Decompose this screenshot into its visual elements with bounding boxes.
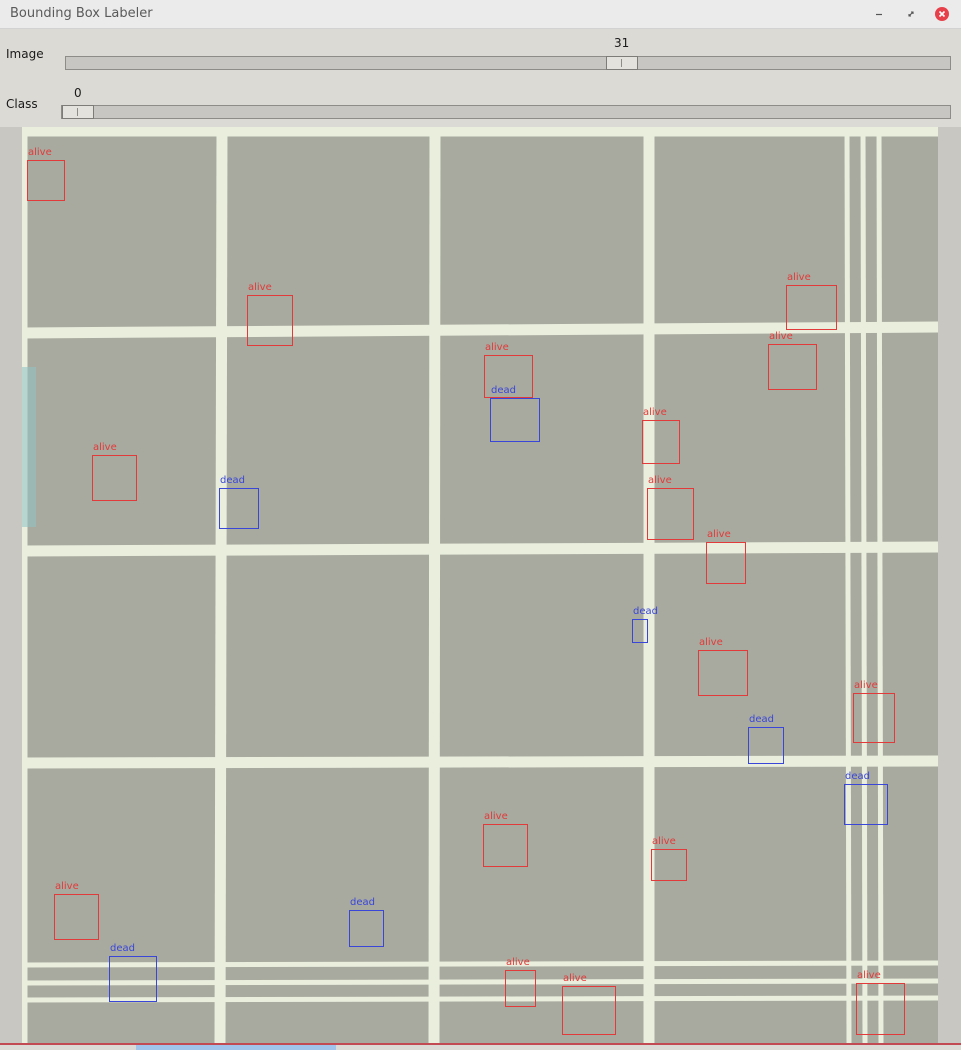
bbox-alive[interactable]: alive [856, 970, 905, 1035]
bbox-alive[interactable]: alive [768, 331, 817, 390]
class-slider[interactable] [61, 105, 951, 119]
bbox-alive[interactable]: alive [54, 881, 99, 940]
bbox-alive[interactable]: alive [706, 529, 746, 584]
close-icon[interactable] [934, 6, 950, 22]
bbox-label: alive [652, 836, 676, 847]
bbox-label: alive [648, 475, 672, 486]
bbox-label: alive [643, 407, 667, 418]
bbox-label: alive [699, 637, 723, 648]
bbox-alive[interactable]: alive [27, 147, 65, 201]
image-canvas[interactable]: alive alive alive alive alive dead alive… [0, 127, 961, 1044]
bbox-label: alive [93, 442, 117, 453]
bbox-label: dead [220, 475, 245, 486]
taskbar-indicator [136, 1045, 336, 1050]
minimize-icon[interactable] [871, 6, 887, 22]
class-slider-label: Class [6, 97, 38, 111]
bbox-label: alive [248, 282, 272, 293]
class-slider-value: 0 [74, 86, 82, 100]
bbox-alive[interactable]: alive [647, 475, 694, 540]
bbox-alive[interactable]: alive [562, 973, 616, 1035]
bbox-dead[interactable]: dead [349, 897, 384, 947]
bbox-label: alive [506, 957, 530, 968]
bbox-label: dead [350, 897, 375, 908]
bbox-label: alive [28, 147, 52, 158]
bbox-label: alive [563, 973, 587, 984]
image-slider[interactable] [65, 56, 951, 70]
bbox-alive[interactable]: alive [698, 637, 748, 696]
bbox-dead[interactable]: dead [109, 943, 157, 1002]
bbox-label: alive [707, 529, 731, 540]
maximize-icon[interactable] [903, 6, 919, 22]
window-title: Bounding Box Labeler [10, 6, 153, 21]
bbox-label: alive [769, 331, 793, 342]
bbox-dead[interactable]: dead [632, 606, 658, 643]
bbox-dead[interactable]: dead [844, 771, 888, 825]
bbox-alive[interactable]: alive [642, 407, 680, 464]
bbox-dead[interactable]: dead [219, 475, 259, 529]
bbox-alive[interactable]: alive [483, 811, 528, 867]
bbox-alive[interactable]: alive [92, 442, 137, 501]
class-slider-thumb[interactable] [62, 105, 94, 119]
bbox-label: alive [857, 970, 881, 981]
bbox-alive[interactable]: alive [651, 836, 687, 881]
bbox-label: alive [485, 342, 509, 353]
image-slider-value: 31 [614, 36, 630, 50]
bbox-label: alive [787, 272, 811, 283]
image-slider-thumb[interactable] [606, 56, 638, 70]
image-slider-label: Image [6, 47, 44, 61]
bbox-label: dead [633, 606, 658, 617]
bbox-label: dead [491, 385, 516, 396]
bbox-alive[interactable]: alive [505, 957, 536, 1007]
bbox-alive[interactable]: alive [786, 272, 837, 330]
hemocytometer-grid [22, 127, 938, 1044]
bbox-alive[interactable]: alive [247, 282, 293, 346]
bbox-label: alive [854, 680, 878, 691]
bbox-label: alive [484, 811, 508, 822]
bbox-label: alive [55, 881, 79, 892]
microscope-image[interactable]: alive alive alive alive alive dead alive… [22, 127, 938, 1044]
bbox-alive[interactable]: alive [853, 680, 895, 743]
bbox-label: dead [749, 714, 774, 725]
bbox-dead[interactable]: dead [748, 714, 784, 764]
bbox-label: dead [110, 943, 135, 954]
title-bar: Bounding Box Labeler [0, 0, 961, 29]
bbox-label: dead [845, 771, 870, 782]
bbox-dead[interactable]: dead [490, 385, 540, 442]
